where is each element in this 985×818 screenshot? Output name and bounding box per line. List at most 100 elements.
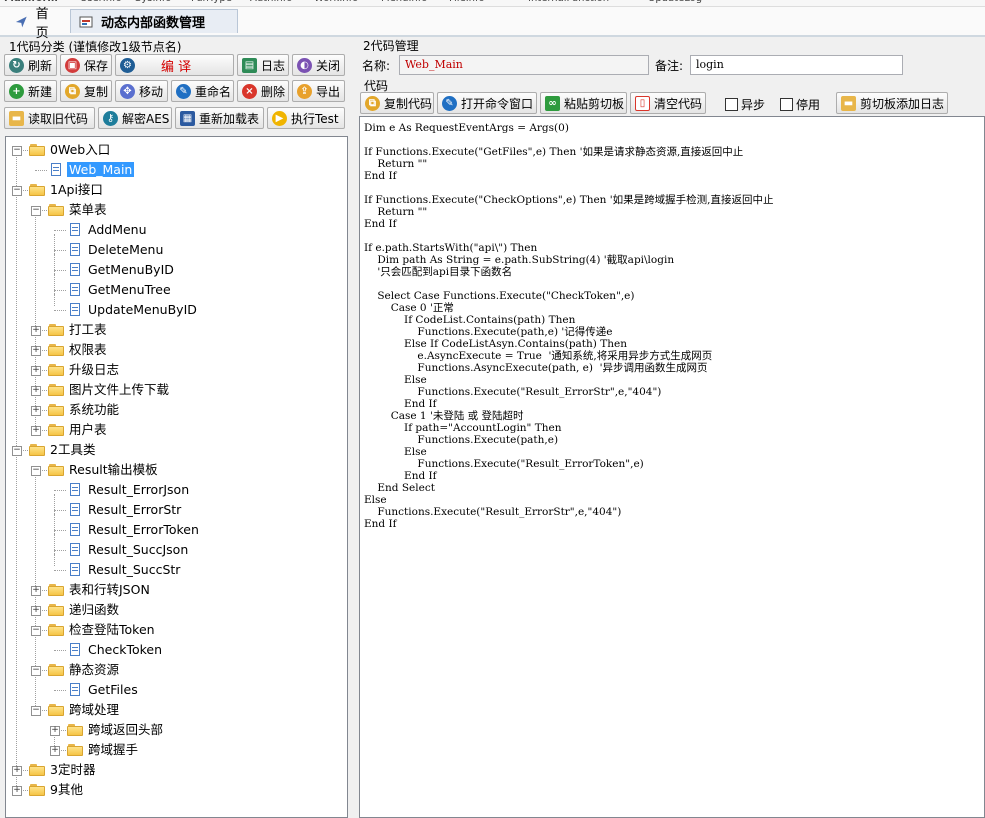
- collapse-icon[interactable]: −: [12, 186, 22, 196]
- async-label: 异步: [741, 98, 766, 112]
- tree-node[interactable]: Result_ErrorStr: [86, 500, 183, 520]
- reload-table-button[interactable]: ▦ 重新加载表: [175, 107, 264, 129]
- tree-node[interactable]: AddMenu: [86, 220, 149, 240]
- expand-icon[interactable]: +: [31, 366, 41, 376]
- tree-node[interactable]: 1Api接口: [48, 180, 105, 200]
- expand-icon[interactable]: +: [31, 406, 41, 416]
- collapse-icon[interactable]: −: [31, 706, 41, 716]
- top-menu-item[interactable]: SysInfo: [135, 0, 171, 4]
- tree-node[interactable]: 跨域握手: [86, 740, 140, 760]
- tree-node[interactable]: Web_Main: [67, 160, 135, 180]
- tree-node[interactable]: CheckToken: [86, 640, 164, 660]
- tree-node[interactable]: 打工表: [67, 320, 109, 340]
- folder-icon: [48, 464, 64, 476]
- run-test-button[interactable]: ▶ 执行Test: [267, 107, 345, 129]
- tree-node[interactable]: Result_SuccStr: [86, 560, 182, 580]
- note-field[interactable]: login: [690, 55, 903, 75]
- new-button[interactable]: + 新建: [4, 80, 57, 102]
- compile-button[interactable]: ⚙ 编 译: [115, 54, 234, 76]
- export-button[interactable]: ⇪ 导出: [292, 80, 345, 102]
- tree-node[interactable]: Result_ErrorToken: [86, 520, 201, 540]
- tree-node[interactable]: 权限表: [67, 340, 109, 360]
- clear-code-button[interactable]: ▯ 清空代码: [630, 92, 706, 114]
- tree-node[interactable]: 升级日志: [67, 360, 121, 380]
- top-menu-item[interactable]: UserInfo: [80, 0, 122, 4]
- async-checkbox[interactable]: [725, 98, 738, 111]
- tree-node[interactable]: GetMenuByID: [86, 260, 176, 280]
- rename-button[interactable]: ✎ 重命名: [171, 80, 234, 102]
- category-tree[interactable]: −0Web入口 Web_Main −1Api接口 − 菜单表 AddMenu DeleteM…: [5, 136, 348, 818]
- top-menu-item[interactable]: MenuInfo: [381, 0, 427, 4]
- tree-node[interactable]: 检查登陆Token: [67, 620, 157, 640]
- tree-node[interactable]: 静态资源: [67, 660, 121, 680]
- tree-node[interactable]: UpdateMenuByID: [86, 300, 199, 320]
- expand-icon[interactable]: +: [31, 326, 41, 336]
- book-icon: ▤: [242, 57, 257, 73]
- expand-icon[interactable]: +: [12, 766, 22, 776]
- collapse-icon[interactable]: −: [12, 446, 22, 456]
- expand-icon[interactable]: +: [31, 606, 41, 616]
- tree-node[interactable]: 系统功能: [67, 400, 121, 420]
- copy-button[interactable]: ⧉ 复制: [60, 80, 112, 102]
- clipboard-add-log-button[interactable]: ▬ 剪切板添加日志: [836, 92, 948, 114]
- copy-code-button[interactable]: ⧉ 复制代码: [360, 92, 434, 114]
- name-field[interactable]: Web_Main: [399, 55, 649, 75]
- tree-node-label: 9其他: [50, 782, 83, 797]
- decrypt-aes-button[interactable]: ⚷ 解密AES: [98, 107, 172, 129]
- top-menu-item[interactable]: UpdateLog: [648, 0, 702, 4]
- expand-icon[interactable]: +: [31, 346, 41, 356]
- collapse-icon[interactable]: −: [31, 626, 41, 636]
- tree-node[interactable]: 用户表: [67, 420, 109, 440]
- tree-node[interactable]: 跨域返回头部: [86, 720, 165, 740]
- tab-home[interactable]: 首页: [6, 7, 68, 41]
- expand-icon[interactable]: +: [31, 586, 41, 596]
- expand-icon[interactable]: +: [31, 426, 41, 436]
- expand-icon[interactable]: +: [31, 386, 41, 396]
- refresh-button[interactable]: ↻ 刷新: [4, 54, 57, 76]
- tab-dynamic-functions[interactable]: 动态内部函数管理: [70, 9, 238, 33]
- top-menu-item[interactable]: FileInfo: [449, 0, 485, 4]
- code-text[interactable]: Dim e As RequestEventArgs = Args(0) If F…: [360, 117, 984, 535]
- read-old-code-button[interactable]: ▬ 读取旧代码: [4, 107, 95, 129]
- tree-node[interactable]: Result_SuccJson: [86, 540, 190, 560]
- top-menu-item[interactable]: AuthInfo: [250, 0, 292, 4]
- tree-node[interactable]: GetFiles: [86, 680, 140, 700]
- tree-node[interactable]: Result输出模板: [67, 460, 160, 480]
- tree-connector: [54, 250, 66, 251]
- tree-node[interactable]: DeleteMenu: [86, 240, 165, 260]
- move-button[interactable]: ✥ 移动: [115, 80, 168, 102]
- tree-node[interactable]: 跨域处理: [67, 700, 121, 720]
- open-command-window-button[interactable]: ✎ 打开命令窗口: [437, 92, 537, 114]
- top-menu-item[interactable]: WorkInfo: [314, 0, 358, 4]
- collapse-icon[interactable]: −: [31, 466, 41, 476]
- collapse-icon[interactable]: −: [31, 206, 41, 216]
- collapse-icon[interactable]: −: [31, 666, 41, 676]
- tree-node-label: 跨域握手: [88, 742, 139, 757]
- tree-node[interactable]: 表和行转JSON: [67, 580, 152, 600]
- tree-node[interactable]: 0Web入口: [48, 140, 112, 160]
- paste-clipboard-button[interactable]: ∞ 粘贴剪切板: [540, 92, 627, 114]
- tree-node[interactable]: 菜单表: [67, 200, 109, 220]
- close-button[interactable]: ◐ 关闭: [292, 54, 345, 76]
- folder-icon: ▬: [841, 95, 856, 111]
- tree-node[interactable]: 9其他: [48, 780, 85, 800]
- delete-button[interactable]: × 删除: [237, 80, 289, 102]
- tree-node-label: 打工表: [69, 322, 107, 337]
- tree-node[interactable]: 递归函数: [67, 600, 121, 620]
- expand-icon[interactable]: +: [12, 786, 22, 796]
- log-button[interactable]: ▤ 日志: [237, 54, 289, 76]
- top-menu-item[interactable]: FunType: [191, 0, 232, 4]
- disable-checkbox[interactable]: [780, 98, 793, 111]
- tree-node[interactable]: GetMenuTree: [86, 280, 173, 300]
- code-editor[interactable]: Dim e As RequestEventArgs = Args(0) If F…: [359, 116, 985, 818]
- expand-icon[interactable]: +: [50, 726, 60, 736]
- tree-node[interactable]: 3定时器: [48, 760, 97, 780]
- collapse-icon[interactable]: −: [12, 146, 22, 156]
- top-menu-item[interactable]: InternalFunction: [528, 0, 609, 4]
- tree-node[interactable]: 2工具类: [48, 440, 97, 460]
- tree-connector: [54, 550, 66, 551]
- tree-node[interactable]: Result_ErrorJson: [86, 480, 191, 500]
- save-button[interactable]: ▣ 保存: [60, 54, 112, 76]
- expand-icon[interactable]: +: [50, 746, 60, 756]
- tree-node[interactable]: 图片文件上传下载: [67, 380, 171, 400]
